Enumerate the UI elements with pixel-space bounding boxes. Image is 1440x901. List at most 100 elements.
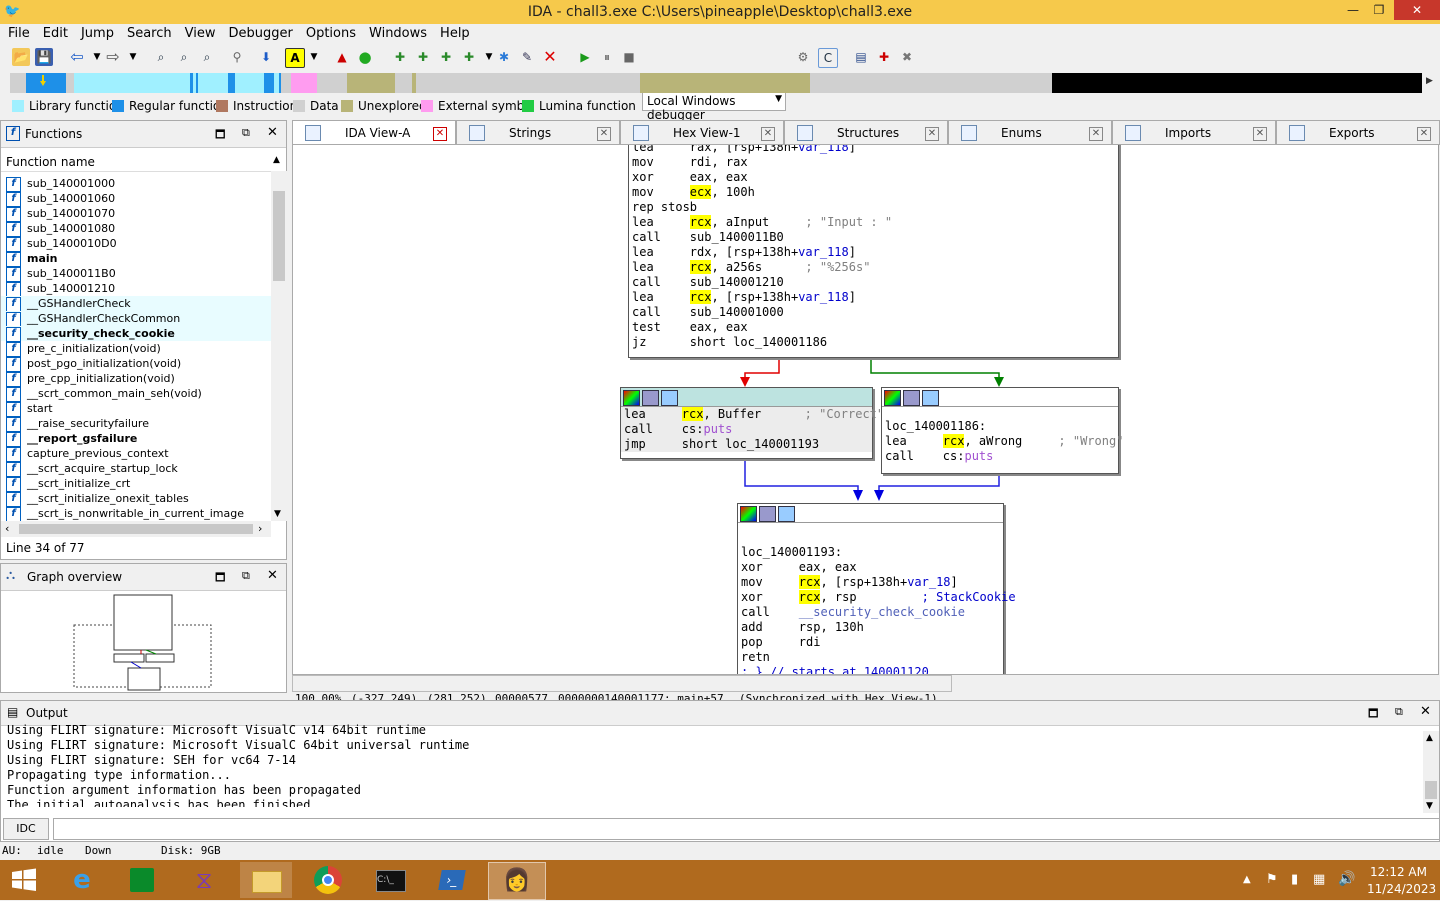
show-hidden-icons[interactable]: ▲ [1243,874,1251,885]
function-list-item[interactable]: f post_pgo_initialization(void) [1,356,271,372]
text-color-icon[interactable]: A [285,48,305,68]
color-dropdown-icon[interactable]: ▼ [305,48,323,66]
forward-icon[interactable]: ⇨ [104,48,122,66]
asm-line[interactable]: mov rcx, [rsp+138h+var_18] [738,575,1003,590]
menu-file[interactable]: File [0,24,35,41]
tab-hex-view-1[interactable]: Hex View-1 ✕ [620,120,784,145]
code-block-entry[interactable]: lea rax, [rsp+138h+var_118] mov rdi, rax xor… [628,145,1119,358]
group-nodes-icon[interactable] [661,390,678,406]
asm-line[interactable]: call cs:puts [882,449,1118,464]
overview-maximize-icon[interactable]: 🗖 [215,569,225,588]
clock-date[interactable]: 11/24/2023 [1367,882,1436,896]
tab-close-icon[interactable]: ✕ [925,127,939,141]
function-list-item[interactable]: f __scrt_initialize_crt [1,476,271,492]
patch-icon[interactable]: ✱ [495,48,513,66]
jump-icon[interactable]: ⚲ [228,48,246,66]
scroll-right-icon[interactable]: › [258,522,262,535]
nav-right-arrow-icon[interactable]: ▶ [1426,76,1433,86]
back-icon[interactable]: ⇦ [68,48,86,66]
menu-help[interactable]: Help [432,24,475,41]
scroll-left-icon[interactable]: ‹ [5,522,9,535]
output-text[interactable]: Using FLIRT signature: Microsoft VisualC… [1,723,1421,807]
tab-close-icon[interactable]: ✕ [433,127,447,141]
function-list-item[interactable]: f sub_140001210 [1,281,271,297]
function-list-item[interactable]: f __scrt_initialize_onexit_tables [1,491,271,507]
graph-view[interactable]: lea rax, [rsp+138h+var_118] mov rdi, rax xor… [292,144,1439,675]
group-nodes-icon-2[interactable] [922,390,939,406]
asm-line[interactable]: lea rcx, aInput ; "Input : " [629,215,1118,230]
color-palette-icon[interactable] [623,390,640,406]
debugger-options-icon[interactable]: ⚙ [794,48,812,66]
idc-button[interactable]: IDC [3,818,49,840]
graph-overview-canvas[interactable] [1,592,286,692]
hscroll-thumb[interactable] [19,524,253,534]
asm-line[interactable]: xor eax, eax [629,170,1118,185]
code-block-wrong[interactable]: loc_140001186: lea rcx, aWrong ; "Wrong" c… [881,387,1123,474]
ida-taskbar-icon[interactable]: 👩 [488,862,546,900]
function-list-item[interactable]: f __GSHandlerCheck [1,296,271,312]
panel-close-icon[interactable]: ✕ [267,125,278,140]
output-maximize-icon[interactable]: 🗖 [1368,705,1378,724]
edit-icon[interactable]: ✎ [518,48,536,66]
restore-button[interactable]: ❐ [1366,0,1392,20]
menu-search[interactable]: Search [119,24,177,41]
powershell-icon[interactable]: ›_ [426,862,478,898]
output-scrollbar[interactable]: ▲ ▼ [1423,731,1439,813]
tab-strings[interactable]: Strings ✕ [456,120,620,145]
tab-close-icon[interactable]: ✕ [1417,127,1431,141]
function-list-item[interactable]: f start [1,401,271,417]
function-list-item[interactable]: f main [1,251,271,267]
asm-line[interactable]: mov ecx, 100h [629,185,1118,200]
remove-breakpoint-icon[interactable]: ✖ [898,48,916,66]
action-center-icon[interactable]: ⚑ [1266,872,1278,887]
warning-graph-icon[interactable]: ▲ [333,48,351,66]
menu-jump[interactable]: Jump [73,24,119,41]
volume-icon[interactable]: 🔊 [1338,871,1355,887]
menu-view[interactable]: View [177,24,221,41]
pause-icon[interactable]: ⏸ [598,48,616,66]
output-scroll-down-icon[interactable]: ▼ [1426,801,1433,811]
asm-line[interactable]: rep stosb [629,200,1118,215]
tab-close-icon[interactable]: ✕ [1253,127,1267,141]
asm-line[interactable]: call sub_140001210 [629,275,1118,290]
output-scroll-thumb[interactable] [1425,781,1437,799]
function-list-item[interactable]: f __GSHandlerCheckCommon [1,311,271,327]
close-window-button[interactable]: ✕ [1394,0,1440,20]
tab-exports[interactable]: Exports ✕ [1276,120,1440,145]
clock-time[interactable]: 12:12 AM [1370,865,1427,879]
panel-maximize-icon[interactable]: 🗖 [215,126,225,145]
save-icon[interactable]: 💾 [35,48,53,66]
asm-line[interactable]: lea rcx, aWrong ; "Wrong" [882,434,1123,449]
output-scroll-up-icon[interactable]: ▲ [1426,733,1433,743]
function-list-item[interactable]: f pre_c_initialization(void) [1,341,271,357]
asm-line[interactable]: retn [738,650,1003,665]
function-list-item[interactable]: f __scrt_common_main_seh(void) [1,386,271,402]
menu-debugger[interactable]: Debugger [220,24,297,41]
asm-line[interactable]: jmp short loc_140001193 [621,437,872,452]
asm-line[interactable]: call sub_1400011B0 [629,230,1118,245]
jump-down-icon[interactable]: ⬇ [257,48,275,66]
menu-edit[interactable]: Edit [35,24,73,41]
delete-icon[interactable]: ✕ [541,48,559,66]
create-struct-icon[interactable]: ✚ [414,48,432,66]
asm-line[interactable]: mov rdi, rax [629,155,1118,170]
code-block-correct[interactable]: lea rcx, Buffer ; "Correct" call cs:puts jmp… [620,387,884,459]
function-list-item[interactable]: f sub_140001070 [1,206,271,222]
output-float-icon[interactable]: ⧉ [1395,705,1403,719]
output-close-icon[interactable]: ✕ [1420,704,1431,719]
asm-line[interactable]: xor rcx, rsp ; StackCookie [738,590,1016,605]
code-block-exit[interactable]: loc_140001193: xor eax, eax mov rcx, [rsp+1… [737,503,1016,674]
chrome-icon[interactable] [302,862,354,898]
menu-windows[interactable]: Windows [361,24,432,41]
function-list-item[interactable]: f __scrt_acquire_startup_lock [1,461,271,477]
add-xref-icon[interactable]: ✚ [460,48,478,66]
asm-line[interactable]: add rsp, 130h [738,620,1003,635]
scroll-thumb[interactable] [273,191,285,281]
asm-line[interactable]: xor eax, eax [738,560,1003,575]
text-search-icon[interactable]: ⌕ [175,48,193,66]
battery-icon[interactable]: ▮ [1291,872,1298,887]
immediate-search-icon[interactable]: ⌕ [198,48,216,66]
color-palette-icon-2[interactable] [884,390,901,406]
function-list-item[interactable]: f sub_1400010D0 [1,236,271,252]
functions-column-header[interactable]: Function name [1,153,276,172]
